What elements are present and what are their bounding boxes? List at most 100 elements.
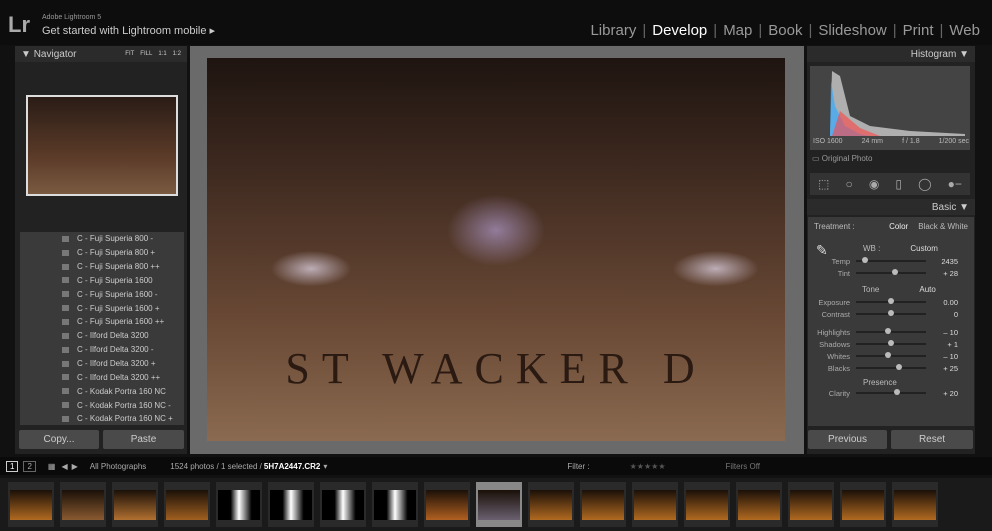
source-label[interactable]: All Photographs — [90, 462, 146, 471]
slider-thumb[interactable] — [884, 352, 891, 358]
preset-item[interactable]: C - Fuji Superia 800 + — [20, 246, 184, 260]
preset-item[interactable]: C - Fuji Superia 1600 - — [20, 287, 184, 301]
module-develop[interactable]: Develop — [646, 22, 713, 39]
preset-item[interactable]: C - Ilford Delta 3200 + — [20, 357, 184, 371]
window-1-button[interactable]: 1 — [6, 460, 19, 472]
slider-track[interactable] — [856, 257, 926, 263]
preset-item[interactable]: C - Ilford Delta 3200 — [20, 329, 184, 343]
slider-track[interactable] — [856, 340, 926, 346]
slider-contrast[interactable]: Contrast 0 — [808, 308, 974, 320]
filmstrip-thumbnail[interactable] — [372, 482, 418, 527]
grid-icon[interactable]: ▦ — [48, 462, 56, 471]
slider-exposure[interactable]: Exposure 0.00 — [808, 296, 974, 308]
slider-track[interactable] — [856, 328, 926, 334]
slider-value[interactable]: 2435 — [926, 257, 958, 266]
navigator-preview[interactable] — [26, 95, 178, 196]
basic-header[interactable]: Basic ▼ — [807, 199, 975, 215]
slider-thumb[interactable] — [895, 364, 902, 370]
reset-button[interactable]: Reset — [891, 430, 973, 449]
eyedropper-icon[interactable]: ✎ — [816, 242, 828, 259]
filmstrip-thumbnail[interactable] — [632, 482, 678, 527]
zoom-1-2[interactable]: 1:2 — [173, 51, 181, 57]
slider-value[interactable]: + 25 — [926, 364, 958, 373]
window-2-button[interactable]: 2 — [23, 460, 36, 472]
auto-button[interactable]: Auto — [919, 285, 935, 294]
forward-arrow-icon[interactable]: ▶ — [72, 462, 78, 471]
preset-item[interactable]: C - Kodak Portra 160 NC — [20, 384, 184, 398]
preset-item[interactable]: C - Fuji Superia 800 ++ — [20, 260, 184, 274]
slider-track[interactable] — [856, 310, 926, 316]
slider-clarity[interactable]: Clarity + 20 — [808, 387, 974, 399]
filmstrip-thumbnail[interactable] — [424, 482, 470, 527]
navigator-header[interactable]: ▼ Navigator FIT FILL 1:1 1:2 — [15, 46, 187, 62]
treatment-bw[interactable]: Black & White — [918, 222, 968, 231]
graduated-filter-icon[interactable]: ▯ — [895, 177, 902, 191]
module-web[interactable]: Web — [943, 22, 986, 39]
preset-item[interactable]: C - Fuji Superia 1600 + — [20, 301, 184, 315]
slider-track[interactable] — [856, 364, 926, 370]
slider-value[interactable]: + 28 — [926, 269, 958, 278]
slider-whites[interactable]: Whites – 10 — [808, 350, 974, 362]
slider-track[interactable] — [856, 352, 926, 358]
filmstrip-thumbnail[interactable] — [788, 482, 834, 527]
slider-thumb[interactable] — [892, 269, 899, 275]
paste-button[interactable]: Paste — [103, 430, 184, 449]
slider-tint[interactable]: Tint + 28 — [808, 267, 974, 279]
filmstrip-thumbnail[interactable] — [112, 482, 158, 527]
filmstrip-thumbnail[interactable] — [892, 482, 938, 527]
preset-item[interactable]: C - Ilford Delta 3200 - — [20, 343, 184, 357]
spot-removal-icon[interactable]: ○ — [845, 177, 852, 191]
slider-value[interactable]: + 1 — [926, 340, 958, 349]
slider-thumb[interactable] — [884, 328, 891, 334]
module-library[interactable]: Library — [584, 22, 642, 39]
back-arrow-icon[interactable]: ◀ — [61, 462, 67, 471]
module-map[interactable]: Map — [717, 22, 758, 39]
main-photo[interactable]: ST WACKER D — [207, 58, 785, 441]
zoom-1-1[interactable]: 1:1 — [158, 51, 166, 57]
crop-icon[interactable]: ⬚ — [818, 177, 829, 191]
mobile-link[interactable]: Get started with Lightroom mobile ▸ — [42, 24, 215, 37]
module-print[interactable]: Print — [897, 22, 940, 39]
slider-temp[interactable]: Temp 2435 — [808, 255, 974, 267]
slider-value[interactable]: 0.00 — [926, 298, 958, 307]
filmstrip-thumbnail[interactable] — [8, 482, 54, 527]
filmstrip-thumbnail[interactable] — [320, 482, 366, 527]
treatment-color[interactable]: Color — [889, 222, 908, 231]
preset-item[interactable]: C - Ilford Delta 3200 ++ — [20, 370, 184, 384]
slider-value[interactable]: – 10 — [926, 328, 958, 337]
module-book[interactable]: Book — [762, 22, 808, 39]
module-slideshow[interactable]: Slideshow — [812, 22, 892, 39]
filmstrip-thumbnail[interactable] — [684, 482, 730, 527]
zoom-fit[interactable]: FIT — [125, 51, 134, 57]
slider-value[interactable]: 0 — [926, 310, 958, 319]
copy-button[interactable]: Copy... — [19, 430, 99, 449]
rating-stars[interactable]: ★★★★★ — [630, 462, 666, 471]
slider-highlights[interactable]: Highlights – 10 — [808, 326, 974, 338]
slider-track[interactable] — [856, 298, 926, 304]
zoom-fill[interactable]: FILL — [140, 51, 152, 57]
preset-item[interactable]: C - Fuji Superia 800 - — [20, 232, 184, 246]
filmstrip-thumbnail[interactable] — [736, 482, 782, 527]
filmstrip-thumbnail[interactable] — [216, 482, 262, 527]
preset-item[interactable]: C - Kodak Portra 160 NC - — [20, 398, 184, 412]
slider-shadows[interactable]: Shadows + 1 — [808, 338, 974, 350]
wb-select[interactable]: Custom — [910, 244, 938, 253]
slider-track[interactable] — [856, 269, 926, 275]
filmstrip-thumbnail[interactable] — [476, 482, 522, 527]
filmstrip-thumbnail[interactable] — [164, 482, 210, 527]
filename[interactable]: 5H7A2447.CR2 — [264, 462, 320, 471]
filmstrip-thumbnail[interactable] — [840, 482, 886, 527]
slider-thumb[interactable] — [894, 389, 901, 395]
radial-filter-icon[interactable]: ◯ — [918, 177, 931, 191]
slider-thumb[interactable] — [888, 298, 894, 304]
filmstrip-thumbnail[interactable] — [580, 482, 626, 527]
filter-select[interactable]: Filters Off — [725, 462, 760, 471]
filmstrip-thumbnail[interactable] — [60, 482, 106, 527]
previous-button[interactable]: Previous — [808, 430, 887, 449]
preset-item[interactable]: C - Fuji Superia 1600 ++ — [20, 315, 184, 329]
slider-track[interactable] — [856, 389, 926, 395]
preset-item[interactable]: C - Fuji Superia 1600 — [20, 274, 184, 288]
slider-thumb[interactable] — [888, 340, 894, 346]
slider-thumb[interactable] — [862, 257, 869, 263]
original-photo-toggle[interactable]: ▭ Original Photo — [812, 154, 872, 163]
